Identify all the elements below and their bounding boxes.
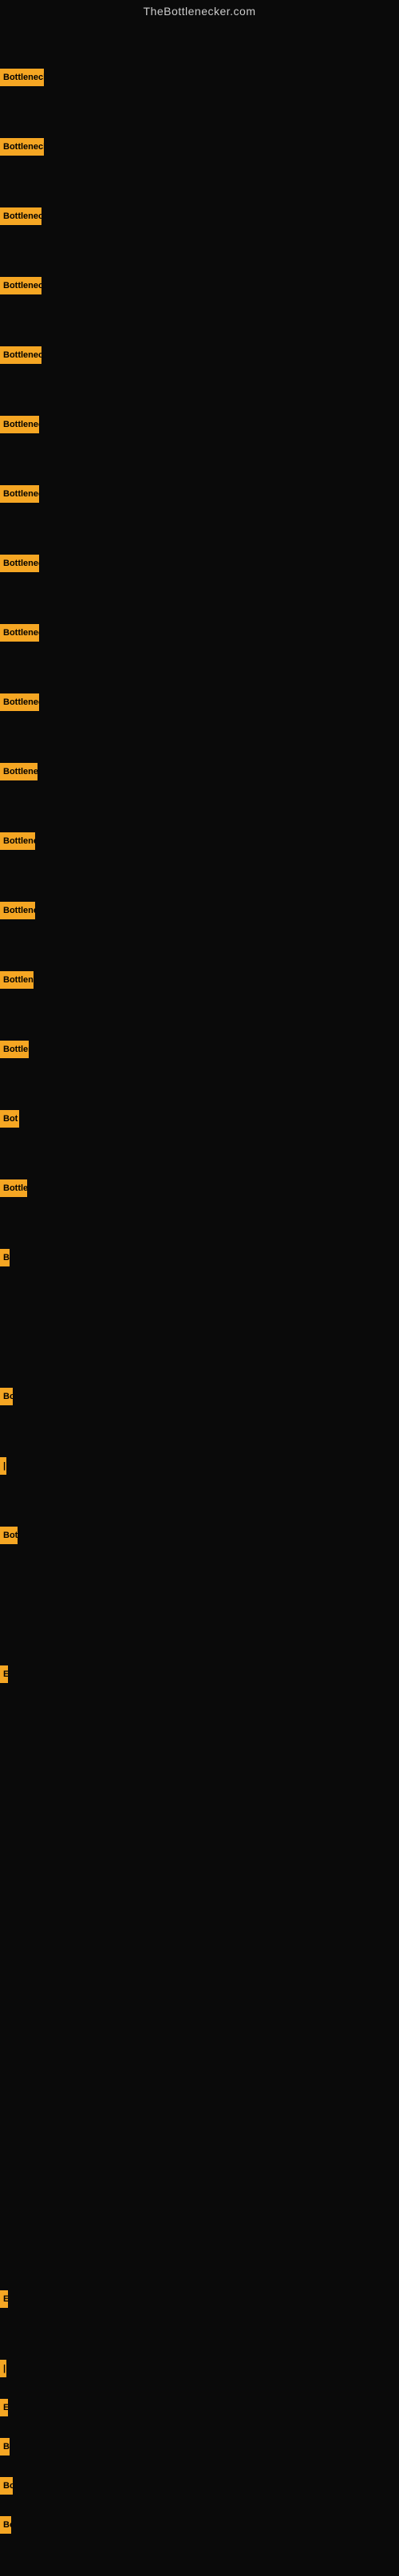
bottleneck-result-label: Bott <box>0 1527 18 1544</box>
bottleneck-result-label: Bottlen <box>0 1179 27 1197</box>
bar-row: Bottlene <box>0 1038 29 1061</box>
bottleneck-result-label: Bo <box>0 2516 11 2534</box>
bottleneck-result-label: Bottleneck re <box>0 902 35 919</box>
bottleneck-result-label: | <box>0 2360 6 2377</box>
bar-row: Bottleneck result <box>0 136 44 158</box>
bar-row: Bott <box>0 1524 18 1547</box>
bar-row: Bot <box>0 1108 19 1130</box>
bar-row: B <box>0 2436 10 2458</box>
bottleneck-result-label: Bottleneck re <box>0 832 35 850</box>
bar-row: E <box>0 2396 8 2419</box>
bottleneck-result-label: Bottleneck resu <box>0 207 41 225</box>
bottleneck-result-label: Bottleneck resu <box>0 346 41 364</box>
bar-row: Bottleneck res <box>0 691 39 713</box>
bar-row: B <box>0 1247 10 1269</box>
bottleneck-result-label: Bottleneck resu <box>0 277 41 294</box>
bar-row: | <box>0 1455 6 1477</box>
bar-row: Bo <box>0 2514 11 2536</box>
bottleneck-result-label: Bo <box>0 2477 13 2495</box>
bar-row: Bottleneck re <box>0 969 34 991</box>
bottleneck-result-label: Bottleneck result <box>0 138 44 156</box>
bottleneck-result-label: Bottlene <box>0 1041 29 1058</box>
bar-row: Bottleneck res <box>0 622 39 644</box>
bottleneck-result-label: E <box>0 1665 8 1683</box>
bottleneck-result-label: Bottleneck res <box>0 555 39 572</box>
bottleneck-result-label: Bottleneck res <box>0 416 39 433</box>
bar-row: Bottleneck result <box>0 66 44 89</box>
bottleneck-result-label: Bot <box>0 1110 19 1128</box>
bar-row: E <box>0 1663 8 1685</box>
bar-row: Bottlen <box>0 1177 27 1199</box>
bottleneck-result-label: Bottleneck result <box>0 69 44 86</box>
bottleneck-result-label: Bottleneck res <box>0 485 39 503</box>
bar-row: Bottleneck re <box>0 899 35 922</box>
site-title: TheBottlenecker.com <box>0 0 399 22</box>
bar-row: Bottleneck res <box>0 483 39 505</box>
bar-row: E <box>0 2288 8 2310</box>
bar-row: Bottleneck res <box>0 552 39 575</box>
bar-row: Bottleneck resu <box>0 344 41 366</box>
bottleneck-result-label: E <box>0 2290 8 2308</box>
bottleneck-result-label: | <box>0 1457 6 1475</box>
bottleneck-result-label: B <box>0 2438 10 2455</box>
bar-row: Bottleneck resu <box>0 205 41 227</box>
bottleneck-result-label: Bottleneck re <box>0 971 34 989</box>
bar-row: | <box>0 2357 6 2380</box>
bottleneck-result-label: Bottleneck res <box>0 693 39 711</box>
bar-row: Bottleneck res <box>0 761 38 783</box>
bar-row: Bottleneck res <box>0 413 39 436</box>
bottleneck-result-label: Bottleneck res <box>0 763 38 780</box>
bottleneck-result-label: B <box>0 1249 10 1266</box>
bottleneck-result-label: E <box>0 2399 8 2416</box>
bar-row: Bottleneck resu <box>0 275 41 297</box>
bar-row: Bo <box>0 2475 13 2497</box>
bottleneck-result-label: Bottleneck res <box>0 624 39 642</box>
bar-row: Bo <box>0 1385 13 1408</box>
bar-row: Bottleneck re <box>0 830 35 852</box>
bottleneck-result-label: Bo <box>0 1388 13 1405</box>
